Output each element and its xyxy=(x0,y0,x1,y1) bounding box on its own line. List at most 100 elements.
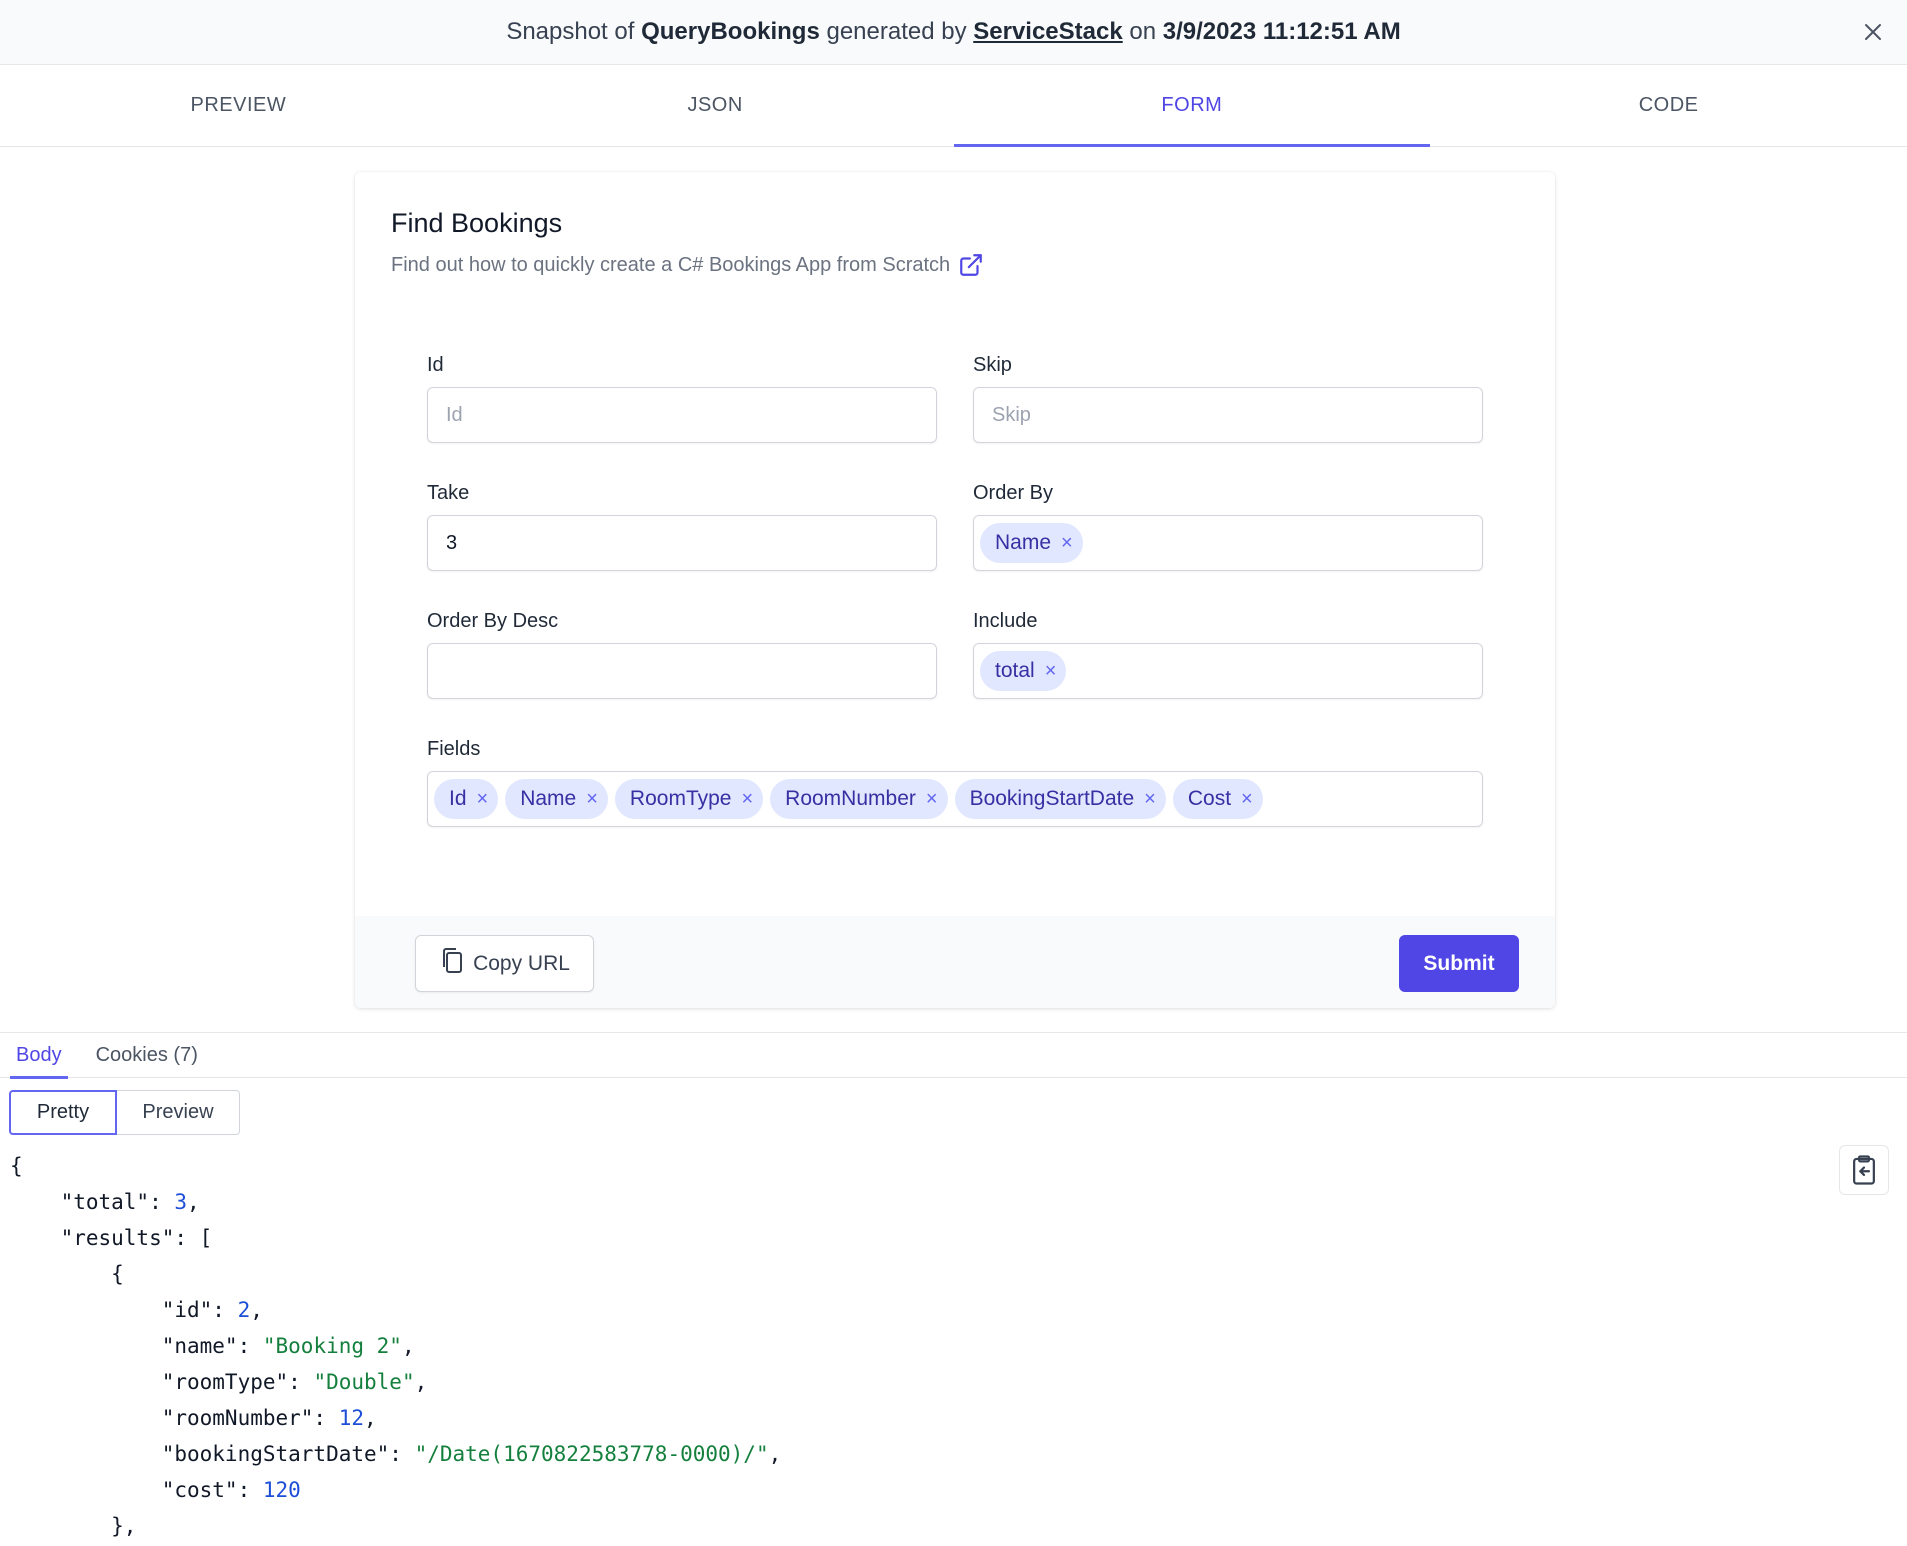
copy-url-label: Copy URL xyxy=(473,951,570,975)
include-tag-input[interactable]: total × xyxy=(973,643,1483,699)
tab-json[interactable]: JSON xyxy=(477,65,954,146)
view-tabs: PREVIEW JSON FORM CODE xyxy=(0,65,1907,147)
json-text: }, xyxy=(10,1514,137,1538)
take-input[interactable]: 3 xyxy=(427,515,937,571)
response-json: { "total": 3, "results": [ { "id": 2, "n… xyxy=(10,1148,781,1544)
tag-include-total[interactable]: total × xyxy=(980,651,1067,691)
json-line: "cost": 120 xyxy=(10,1472,781,1508)
order-by-label: Order By xyxy=(973,482,1054,504)
skip-field-group: Skip Skip xyxy=(973,354,1483,443)
json-string: "Double" xyxy=(313,1370,415,1394)
id-placeholder: Id xyxy=(446,403,463,426)
tab-code[interactable]: CODE xyxy=(1430,65,1907,146)
skip-label: Skip xyxy=(973,354,1012,376)
id-label: Id xyxy=(427,354,444,376)
tab-preview[interactable]: PREVIEW xyxy=(0,65,477,146)
view-mode-toggle: Pretty Preview xyxy=(9,1090,240,1135)
tag-field-cost[interactable]: Cost × xyxy=(1172,779,1263,819)
preview-button[interactable]: Preview xyxy=(117,1090,240,1135)
tag-field-name[interactable]: Name × xyxy=(505,779,608,819)
json-string: "/Date(1670822583778-0000)/" xyxy=(414,1442,769,1466)
tag-field-bookingstartdate[interactable]: BookingStartDate × xyxy=(954,779,1166,819)
take-label: Take xyxy=(427,482,470,504)
external-link-icon xyxy=(958,252,984,278)
clipboard-icon[interactable] xyxy=(1839,1145,1889,1195)
form-footer: Copy URL Submit xyxy=(355,916,1555,1008)
json-number: 12 xyxy=(338,1406,365,1430)
remove-tag-icon[interactable]: × xyxy=(741,789,753,809)
json-text: , xyxy=(401,1334,415,1358)
tab-body[interactable]: Body xyxy=(10,1033,68,1079)
close-icon[interactable] xyxy=(1855,14,1891,50)
banner-prefix: Snapshot of xyxy=(506,18,635,45)
remove-tag-icon[interactable]: × xyxy=(1241,789,1253,809)
pretty-button[interactable]: Pretty xyxy=(9,1090,117,1135)
skip-input[interactable]: Skip xyxy=(973,387,1483,443)
id-input[interactable]: Id xyxy=(427,387,937,443)
include-field-group: Include total × xyxy=(973,610,1483,699)
include-label: Include xyxy=(973,610,1038,632)
json-number: 120 xyxy=(262,1478,301,1502)
tag-label: RoomNumber xyxy=(785,787,916,810)
remove-tag-icon[interactable]: × xyxy=(1045,661,1057,681)
json-text: "name": xyxy=(10,1334,263,1358)
tag-label: Id xyxy=(449,787,467,810)
skip-placeholder: Skip xyxy=(992,403,1031,426)
copy-icon xyxy=(439,947,465,981)
tag-label: BookingStartDate xyxy=(969,787,1135,810)
take-field-group: Take 3 xyxy=(427,482,937,571)
order-by-desc-field-group: Order By Desc xyxy=(427,610,937,699)
tab-form[interactable]: FORM xyxy=(953,65,1431,147)
json-line: "id": 2, xyxy=(10,1292,781,1328)
tag-label: Name xyxy=(995,531,1052,554)
tag-label: total xyxy=(995,659,1035,682)
order-by-desc-tag-input[interactable] xyxy=(427,643,937,699)
response-tabs: Body Cookies (7) xyxy=(0,1032,1907,1079)
tag-label: RoomType xyxy=(629,787,732,810)
submit-button[interactable]: Submit xyxy=(1399,935,1519,992)
order-by-tag-input[interactable]: Name × xyxy=(973,515,1483,571)
form-subtitle: Find out how to quickly create a C# Book… xyxy=(391,253,951,276)
json-text: "cost": xyxy=(10,1478,263,1502)
json-line: }, xyxy=(10,1508,781,1544)
banner-middle: generated by xyxy=(826,18,967,45)
json-number: 3 xyxy=(174,1190,188,1214)
remove-tag-icon[interactable]: × xyxy=(477,789,489,809)
form-subtitle-link[interactable]: Find out how to quickly create a C# Book… xyxy=(391,252,984,278)
tab-cookies[interactable]: Cookies (7) xyxy=(90,1033,204,1077)
json-text: { xyxy=(10,1154,23,1178)
form-title: Find Bookings xyxy=(391,208,563,238)
json-text: , xyxy=(768,1442,782,1466)
fields-field-group: Fields Id × Name × RoomType × RoomNumber… xyxy=(427,738,1483,827)
banner-api-name: QueryBookings xyxy=(641,18,820,45)
json-text: "results": [ xyxy=(10,1226,213,1250)
json-line: "bookingStartDate": "/Date(1670822583778… xyxy=(10,1436,782,1472)
json-text: { xyxy=(10,1262,124,1286)
json-number: 2 xyxy=(237,1298,251,1322)
tag-label: Cost xyxy=(1187,787,1232,810)
tag-field-id[interactable]: Id × xyxy=(434,779,499,819)
snapshot-banner: Snapshot of QueryBookings generated by S… xyxy=(0,0,1907,65)
remove-tag-icon[interactable]: × xyxy=(926,789,938,809)
remove-tag-icon[interactable]: × xyxy=(1144,789,1156,809)
json-text: , xyxy=(187,1190,200,1214)
json-text: "roomNumber": xyxy=(10,1406,339,1430)
servicestack-link[interactable]: ServiceStack xyxy=(973,18,1122,46)
tag-order-by-name[interactable]: Name × xyxy=(980,523,1083,563)
copy-url-button[interactable]: Copy URL xyxy=(415,935,594,992)
banner-on: on xyxy=(1129,18,1157,45)
json-text: "bookingStartDate": xyxy=(10,1442,415,1466)
json-line: "roomNumber": 12, xyxy=(10,1400,781,1436)
remove-tag-icon[interactable]: × xyxy=(586,789,598,809)
json-string: "Booking 2" xyxy=(262,1334,402,1358)
banner-timestamp: 3/9/2023 11:12:51 AM xyxy=(1162,18,1401,45)
json-line: "results": [ xyxy=(10,1220,781,1256)
tag-field-roomtype[interactable]: RoomType × xyxy=(614,779,764,819)
fields-tag-input[interactable]: Id × Name × RoomType × RoomNumber × Book… xyxy=(427,771,1483,827)
json-line: "name": "Booking 2", xyxy=(10,1328,781,1364)
take-value: 3 xyxy=(446,531,458,554)
json-line: { xyxy=(10,1148,781,1184)
remove-tag-icon[interactable]: × xyxy=(1061,533,1073,553)
tag-field-roomnumber[interactable]: RoomNumber × xyxy=(770,779,948,819)
json-line: "total": 3, xyxy=(10,1184,781,1220)
